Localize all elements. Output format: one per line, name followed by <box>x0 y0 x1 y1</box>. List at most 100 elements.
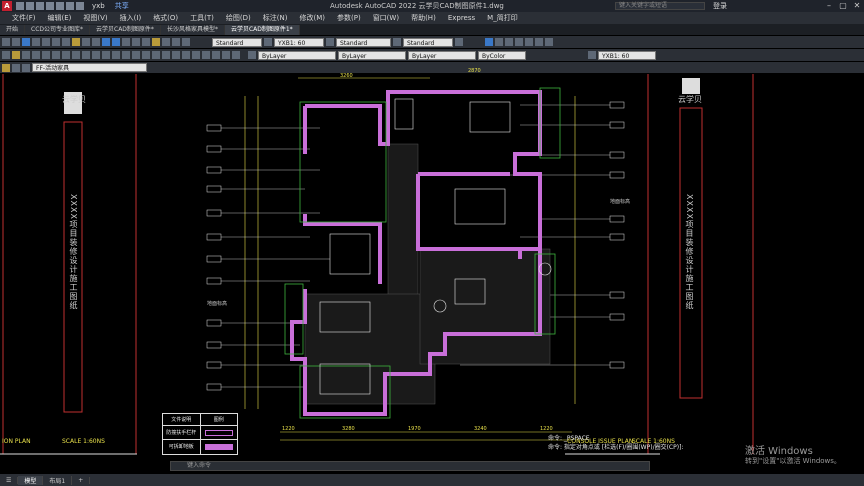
text-style-icon[interactable] <box>264 38 272 46</box>
menu-insert[interactable]: 插入(I) <box>120 13 142 23</box>
save-icon[interactable] <box>36 2 44 10</box>
text-style-select[interactable]: Standard <box>212 37 262 47</box>
move-icon[interactable] <box>92 51 100 59</box>
maximize-icon[interactable]: ▢ <box>836 0 850 12</box>
calculator-icon[interactable] <box>172 38 180 46</box>
chamfer-icon[interactable] <box>182 51 190 59</box>
table-style-select[interactable]: Standard <box>336 37 391 47</box>
tab-furniture-model[interactable]: 长沙风格家具模型* <box>160 25 225 35</box>
layer-match-icon[interactable] <box>72 51 80 59</box>
menu-file[interactable]: 文件(F) <box>12 13 36 23</box>
dim-style-select[interactable]: YXB1: 60 <box>274 37 324 47</box>
menu-window[interactable]: 窗口(W) <box>373 13 399 23</box>
tab-yxb-original-1[interactable]: 云学贝CAD制图原件1* <box>224 25 300 35</box>
layer-previous-icon[interactable] <box>22 51 30 59</box>
arc-icon[interactable] <box>515 38 523 46</box>
break-icon[interactable] <box>212 51 220 59</box>
tab-model[interactable]: 模型 <box>18 475 44 485</box>
stretch-icon[interactable] <box>202 51 210 59</box>
polyline-icon[interactable] <box>495 38 503 46</box>
rectangle-icon[interactable] <box>525 38 533 46</box>
circle-icon[interactable] <box>505 38 513 46</box>
layer-lock-icon[interactable] <box>62 51 70 59</box>
save-icon[interactable] <box>22 38 30 46</box>
undo-icon[interactable] <box>82 38 90 46</box>
menu-m-print[interactable]: M_简打印 <box>487 13 518 23</box>
cut-icon[interactable] <box>42 38 50 46</box>
array-icon[interactable] <box>142 51 150 59</box>
layer-isolate-icon[interactable] <box>32 51 40 59</box>
markup-icon[interactable] <box>162 38 170 46</box>
saveas-icon[interactable] <box>46 2 54 10</box>
explode-icon[interactable] <box>192 51 200 59</box>
trim-icon[interactable] <box>152 51 160 59</box>
menu-express[interactable]: Express <box>448 14 475 22</box>
lineweight-select[interactable]: ByLayer <box>408 50 476 60</box>
tab-ccd-library[interactable]: CCD公司专业图库* <box>25 25 91 35</box>
dim-style-icon[interactable] <box>326 38 334 46</box>
match-properties-icon[interactable] <box>72 38 80 46</box>
text-icon[interactable] <box>545 38 553 46</box>
layer-properties-icon[interactable] <box>2 51 10 59</box>
new-icon[interactable] <box>2 38 10 46</box>
sheet-set-icon[interactable] <box>152 38 160 46</box>
lock-icon[interactable] <box>22 63 30 72</box>
zoom-icon[interactable] <box>112 38 120 46</box>
annotation-scale-select[interactable]: YXB1: 60 <box>598 50 656 60</box>
multileader-style-select[interactable]: Standard <box>403 37 453 47</box>
linetype-select[interactable]: ByLayer <box>338 50 406 60</box>
design-center-icon[interactable] <box>132 38 140 46</box>
open-icon[interactable] <box>12 38 20 46</box>
tool-palette-icon[interactable] <box>142 38 150 46</box>
color-select[interactable]: ByLayer <box>258 50 336 60</box>
line-icon[interactable] <box>485 38 493 46</box>
menu-format[interactable]: 格式(O) <box>153 13 178 23</box>
color-swatch-icon[interactable] <box>248 51 256 59</box>
login-button[interactable]: 登录 <box>713 1 727 11</box>
tab-layout1[interactable]: 布局1 <box>43 475 73 485</box>
search-input[interactable]: 键入关键字或短语 <box>615 2 705 10</box>
workspace-selector[interactable]: yxb <box>92 2 105 10</box>
paste-icon[interactable] <box>62 38 70 46</box>
layer-off-icon[interactable] <box>52 51 60 59</box>
hatch-icon[interactable] <box>535 38 543 46</box>
menu-tools[interactable]: 工具(T) <box>190 13 214 23</box>
tab-yxb-original[interactable]: 云学贝CAD制图原件* <box>90 25 161 35</box>
undo-icon[interactable] <box>66 2 74 10</box>
print-icon[interactable] <box>32 38 40 46</box>
redo-icon[interactable] <box>76 2 84 10</box>
menu-help[interactable]: 帮助(H) <box>411 13 436 23</box>
menu-icon[interactable]: ☰ <box>0 476 19 484</box>
add-layout-icon[interactable]: + <box>72 476 91 484</box>
plotstyle-select[interactable]: ByColor <box>478 50 526 60</box>
erase-icon[interactable] <box>232 51 240 59</box>
menu-draw[interactable]: 绘图(D) <box>226 13 251 23</box>
layer-select[interactable]: FF-活动家具 <box>32 63 147 72</box>
layer-walk-icon[interactable] <box>82 51 90 59</box>
tab-start[interactable]: 开始 <box>0 25 26 35</box>
offset-icon[interactable] <box>132 51 140 59</box>
redo-icon[interactable] <box>92 38 100 46</box>
multileader-style-icon[interactable] <box>455 38 463 46</box>
extend-icon[interactable] <box>162 51 170 59</box>
layer-state-icon[interactable] <box>12 51 20 59</box>
minimize-icon[interactable]: – <box>822 0 836 12</box>
pan-icon[interactable] <box>102 38 110 46</box>
drawing-canvas[interactable]: XXXX项目装修设计施工图纸 XXXX项目装修设计施工图纸 云学贝 云学贝 IO… <box>0 68 864 469</box>
scale-icon[interactable] <box>112 51 120 59</box>
annoscale-icon[interactable] <box>588 51 596 59</box>
command-input[interactable]: 键入命令 <box>170 461 650 471</box>
sun-icon[interactable] <box>12 63 20 72</box>
menu-parameter[interactable]: 参数(P) <box>337 13 361 23</box>
mirror-icon[interactable] <box>122 51 130 59</box>
print-icon[interactable] <box>56 2 64 10</box>
bulb-icon[interactable] <box>2 63 10 72</box>
fillet-icon[interactable] <box>172 51 180 59</box>
open-icon[interactable] <box>26 2 34 10</box>
new-icon[interactable] <box>16 2 24 10</box>
menu-edit[interactable]: 编辑(E) <box>48 13 72 23</box>
menu-dimension[interactable]: 标注(N) <box>263 13 288 23</box>
copy-icon[interactable] <box>52 38 60 46</box>
share-button[interactable]: 共享 <box>115 1 129 11</box>
close-icon[interactable]: ✕ <box>850 0 864 12</box>
